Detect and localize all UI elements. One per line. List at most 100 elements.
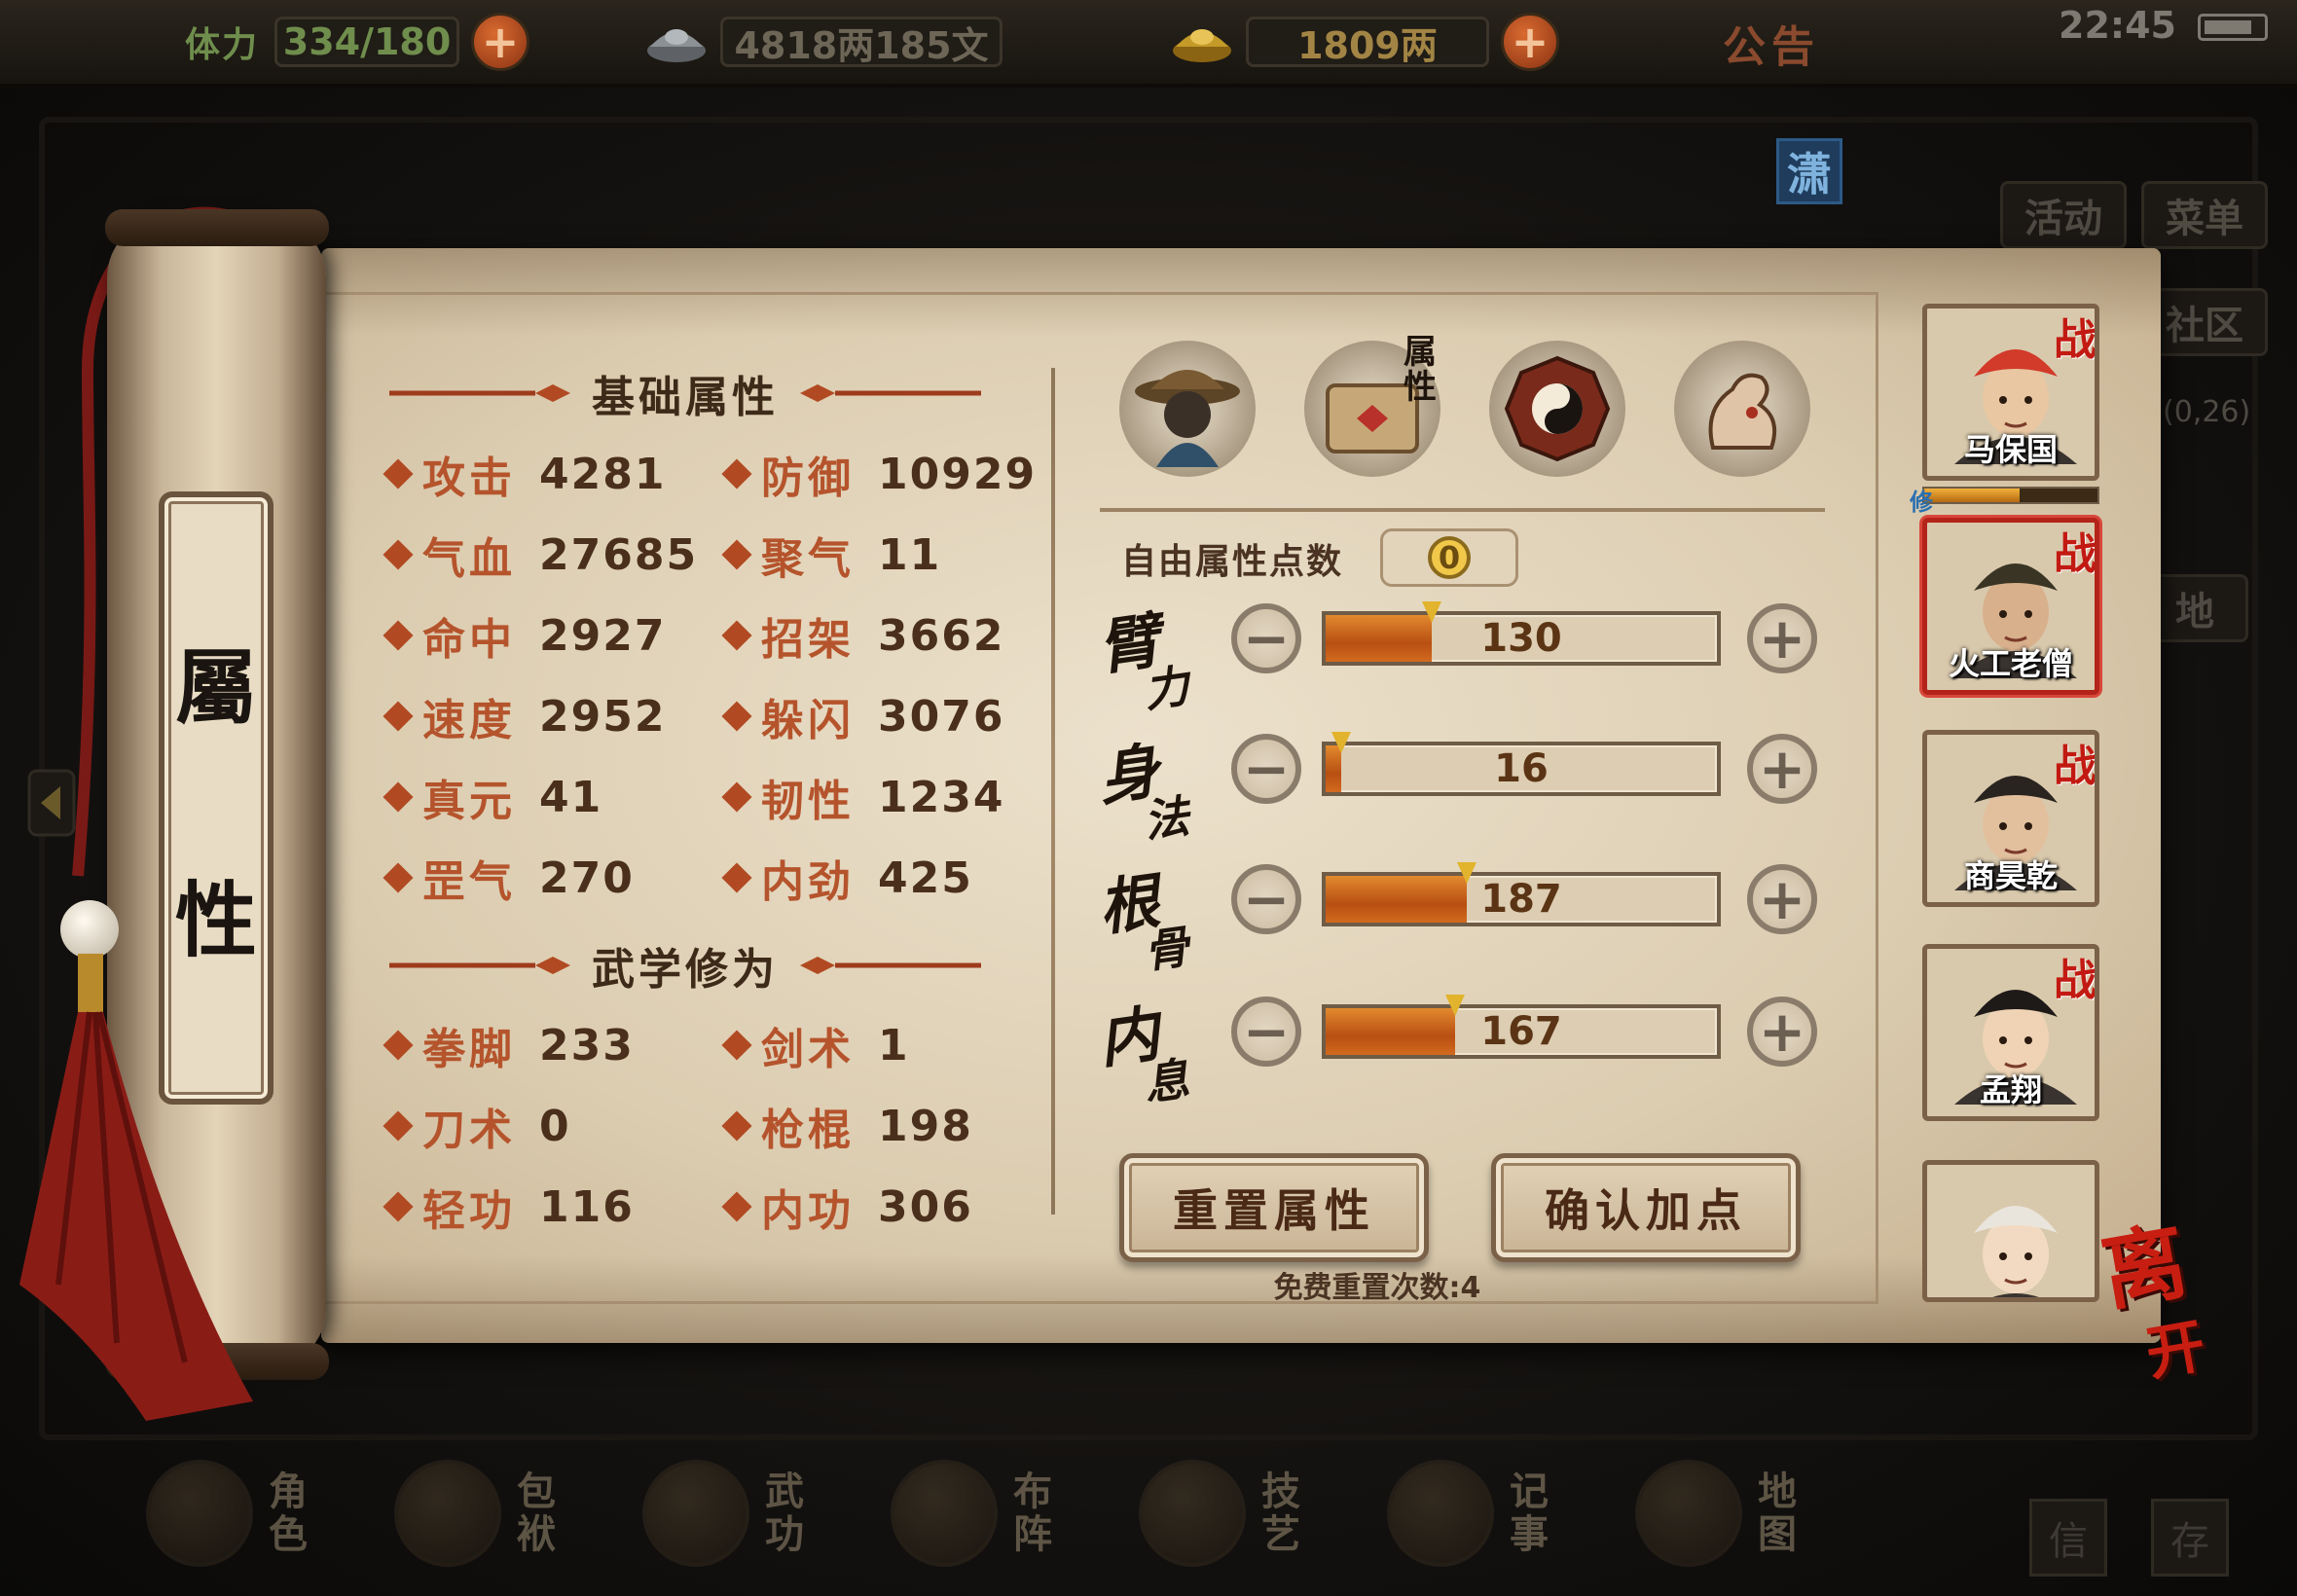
stat-name: 躲闪	[761, 696, 855, 745]
nav-item-martial[interactable]: 武功	[642, 1450, 881, 1577]
stat-value: 116	[539, 1181, 635, 1232]
stat-name: 内功	[761, 1186, 855, 1236]
resource-bar: 体力 334/180 + 4818两185文 1809两 + 公告 22:45	[0, 0, 2297, 88]
stat-value: 41	[539, 772, 603, 822]
scroll-roller-cap	[105, 209, 329, 246]
mail-button[interactable]: 信	[2029, 1499, 2107, 1577]
tab-hero[interactable]	[1119, 341, 1256, 477]
stat-value: 1234	[878, 772, 1005, 822]
character-name: 火工老僧	[1948, 645, 2073, 682]
add-stamina-button[interactable]: +	[471, 13, 530, 71]
diamond-icon	[383, 1110, 414, 1142]
coordinate-readout: (0,26)	[2163, 395, 2251, 429]
martial-title: 武学修为	[389, 934, 981, 997]
free-points-label: 自由属性点数	[1121, 542, 1344, 582]
menu-button[interactable]: 菜单	[2141, 181, 2268, 249]
gold-group: 1809两 +	[1168, 13, 1559, 71]
notice-button[interactable]: 公告	[1723, 12, 1820, 74]
nav-item-map[interactable]: 地图	[1635, 1450, 1874, 1577]
stat-value: 233	[539, 1020, 635, 1070]
stat-row: 招架 3662	[721, 604, 1005, 667]
character-card[interactable]	[1922, 1160, 2099, 1302]
free-reset-count: 免费重置次数:4	[1273, 1271, 1481, 1305]
nav-item-formation[interactable]: 布阵	[891, 1450, 1129, 1577]
cultivation-progress-fill	[1924, 489, 2020, 502]
character-name: 孟翔	[1979, 1071, 2042, 1108]
battle-tag: 战	[2054, 315, 2096, 365]
tab-bagua[interactable]	[1489, 341, 1625, 477]
nav-label: 包袱	[517, 1469, 556, 1557]
map-icon	[1635, 1460, 1742, 1567]
diamond-icon	[383, 620, 414, 651]
character-card[interactable]: 战孟翔	[1922, 944, 2099, 1121]
tassel-icon	[19, 954, 253, 1421]
section-title-text: 武学修为	[592, 945, 779, 995]
increase-attribute-button[interactable]: +	[1747, 734, 1817, 804]
silver-group: 4818两185文	[642, 14, 1003, 70]
attribute-label: 身法	[1094, 734, 1225, 856]
attribute-bar: 187	[1322, 862, 1721, 926]
tab-body[interactable]	[1674, 341, 1810, 477]
stat-value: 3662	[878, 610, 1005, 661]
stat-name: 刀术	[422, 1106, 516, 1155]
character-name: 马保国	[1963, 431, 2058, 468]
attribute-bar: 16	[1322, 732, 1721, 796]
stat-name: 轻功	[422, 1186, 516, 1236]
teapot-icon	[1139, 1460, 1246, 1567]
battle-tag: 战	[2054, 742, 2096, 791]
tab-attributes[interactable]: 属性	[1304, 335, 1440, 477]
decrease-attribute-button[interactable]: −	[1231, 997, 1301, 1067]
increase-attribute-button[interactable]: +	[1747, 603, 1817, 673]
hero-icon	[1135, 370, 1240, 467]
nav-label: 技艺	[1261, 1469, 1300, 1557]
diamond-icon	[383, 862, 414, 893]
diamond-icon	[383, 781, 414, 813]
stat-row: 真元 41	[383, 766, 603, 828]
nav-item-craft[interactable]: 技艺	[1139, 1450, 1377, 1577]
stamina-value: 334/180	[274, 17, 460, 67]
attribute-value: 187	[1480, 877, 1562, 922]
minus-icon: −	[1242, 866, 1291, 932]
nav-label: 地图	[1758, 1469, 1797, 1557]
stat-row: 内劲 425	[721, 847, 973, 909]
minus-icon: −	[1242, 736, 1291, 802]
nav-item-role[interactable]: 角色	[146, 1450, 384, 1577]
tab-divider	[1100, 508, 1825, 512]
nav-label: 角色	[269, 1469, 308, 1557]
decrease-attribute-button[interactable]: −	[1231, 864, 1301, 934]
stat-name: 拳脚	[422, 1025, 516, 1074]
diamond-icon	[721, 701, 752, 732]
battle-tag: 战	[2054, 529, 2096, 579]
plus-icon: +	[1511, 16, 1550, 68]
nav-item-bag[interactable]: 包袱	[394, 1450, 633, 1577]
ornament-left-icon	[389, 384, 570, 402]
diamond-icon	[721, 1110, 752, 1142]
save-button[interactable]: 存	[2151, 1499, 2229, 1577]
cultivation-tag: 修	[1910, 489, 1933, 516]
stat-row: 防御 10929	[721, 443, 1037, 505]
stat-row: 气血 27685	[383, 524, 698, 586]
increase-attribute-button[interactable]: +	[1747, 997, 1817, 1067]
increase-attribute-button[interactable]: +	[1747, 864, 1817, 934]
attribute-value: 167	[1480, 1009, 1562, 1054]
decrease-attribute-button[interactable]: −	[1231, 603, 1301, 673]
gold-value: 1809两	[1246, 17, 1489, 67]
bag-icon	[394, 1460, 501, 1567]
status-badge[interactable]: 潇	[1776, 138, 1842, 204]
add-gold-button[interactable]: +	[1501, 13, 1559, 71]
nav-item-journal[interactable]: 记事	[1387, 1450, 1625, 1577]
character-card[interactable]: 战火工老僧	[1922, 518, 2099, 695]
stat-name: 攻击	[422, 453, 516, 503]
free-points-box: 0	[1380, 528, 1518, 587]
decrease-attribute-button[interactable]: −	[1231, 734, 1301, 804]
activity-button[interactable]: 活动	[2000, 181, 2127, 249]
character-card[interactable]: 战马保国	[1922, 304, 2099, 481]
reset-attributes-button[interactable]: 重置属性	[1119, 1153, 1429, 1262]
character-card[interactable]: 战商昊乾	[1922, 730, 2099, 907]
role-icon	[146, 1460, 253, 1567]
nav-label: 记事	[1510, 1469, 1549, 1557]
attribute-label: 内息	[1094, 997, 1225, 1119]
confirm-points-button[interactable]: 确认加点	[1491, 1153, 1801, 1262]
diamond-icon	[721, 1030, 752, 1061]
attribute-label-sub: 法	[1140, 789, 1192, 849]
